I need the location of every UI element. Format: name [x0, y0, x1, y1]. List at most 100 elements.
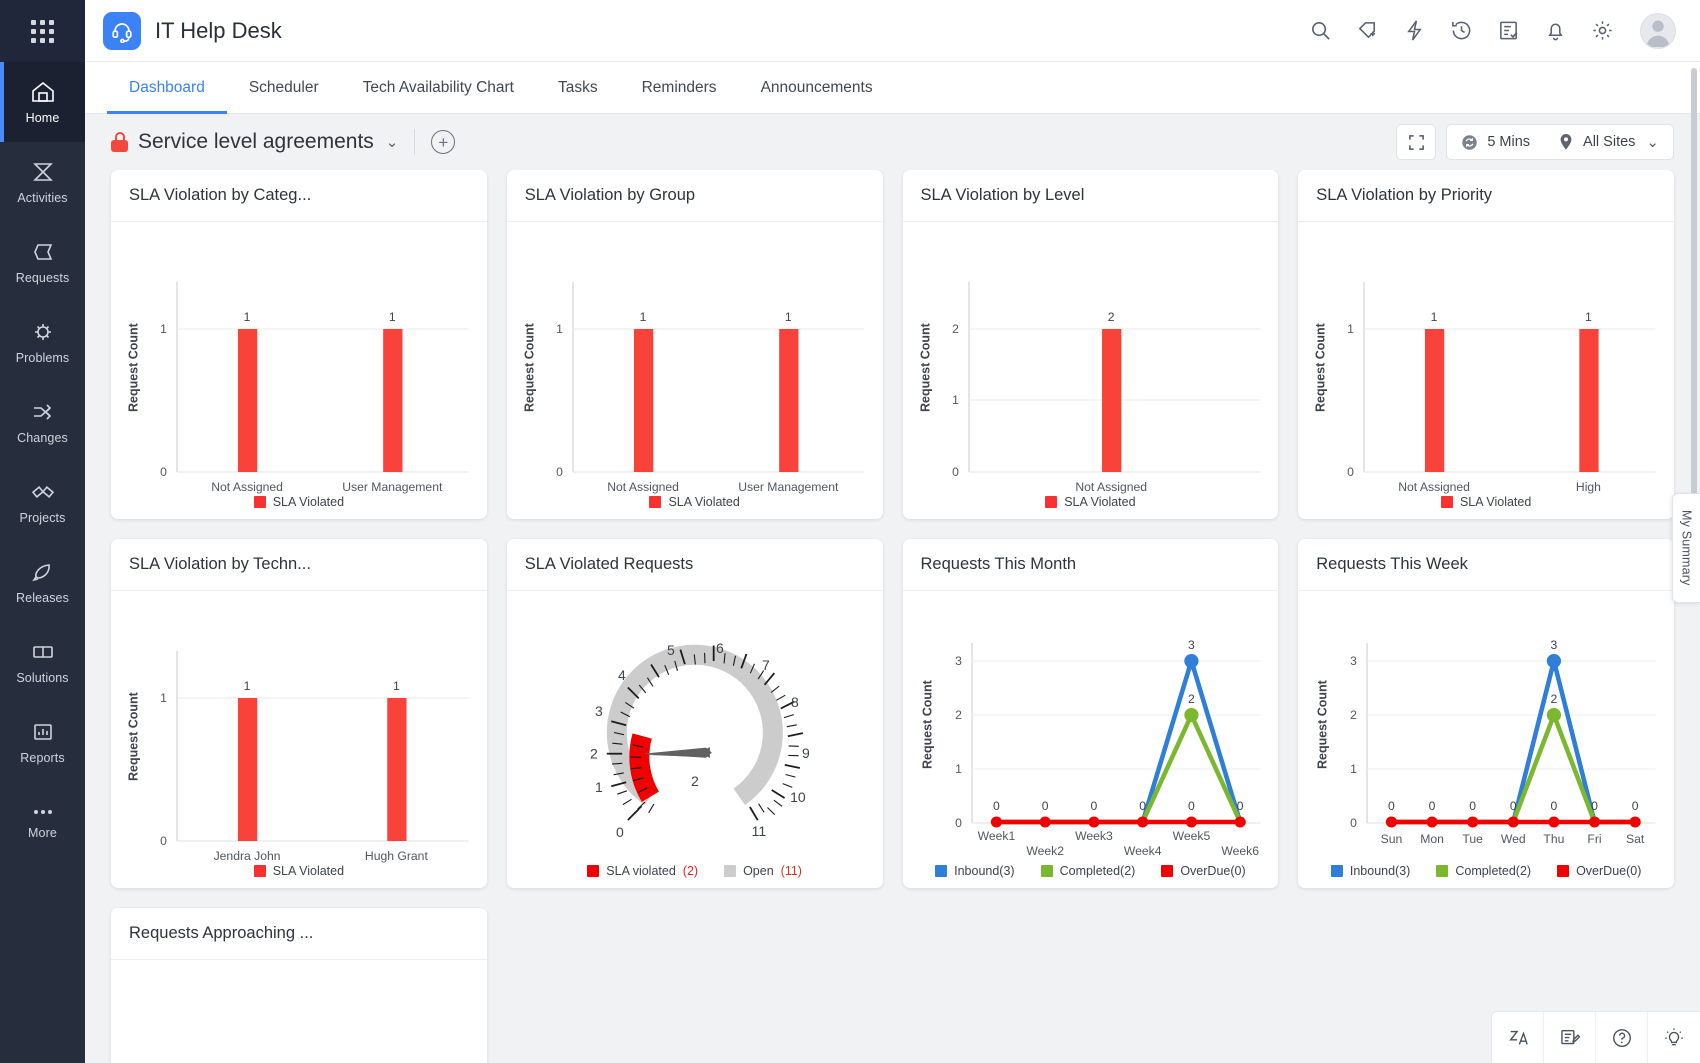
widget-title: Requests Approaching ...: [111, 908, 487, 960]
legend-item-sla-violated[interactable]: SLA violated (2): [587, 864, 698, 878]
legend-swatch: [1041, 865, 1053, 877]
sidebar-item-activities[interactable]: Activities: [0, 142, 85, 222]
sidebar-item-solutions[interactable]: Solutions: [0, 622, 85, 702]
legend-item[interactable]: SLA Violated: [254, 495, 344, 509]
y-axis-label: Request Count: [126, 691, 140, 781]
x-tick: Not Assigned: [1075, 480, 1147, 494]
widget-chart[interactable]: 0 1 2 3 4 5 6 7 8 9 10 11: [507, 591, 883, 888]
sidebar-item-reports[interactable]: Reports: [0, 702, 85, 782]
fullscreen-button[interactable]: [1396, 124, 1436, 160]
quick-actions-flash-icon[interactable]: [1401, 18, 1427, 44]
tab-dashboard[interactable]: Dashboard: [107, 62, 227, 113]
task-checklist-icon[interactable]: [1495, 18, 1521, 44]
tab-label: Scheduler: [249, 79, 319, 97]
apps-grid-button[interactable]: [0, 0, 85, 62]
legend-item-overdue[interactable]: OverDue(0): [1161, 864, 1245, 878]
refresh-label: 5 Mins: [1487, 134, 1530, 150]
tab-announcements[interactable]: Announcements: [739, 62, 895, 113]
gauge-tick-1: 1: [595, 779, 603, 795]
y-axis-label: Request Count: [1314, 322, 1328, 412]
y-tick: 1: [1350, 762, 1357, 776]
x-tick: Week2: [1026, 844, 1064, 858]
search-icon[interactable]: [1307, 18, 1333, 44]
widget-content[interactable]: [111, 960, 487, 1063]
tab-tech-availability-chart[interactable]: Tech Availability Chart: [341, 62, 536, 113]
tab-scheduler[interactable]: Scheduler: [227, 62, 341, 113]
legend-item-inbound[interactable]: Inbound(3): [1331, 864, 1410, 878]
avatar[interactable]: [1640, 13, 1676, 49]
legend-swatch: [1436, 865, 1448, 877]
legend-item-open[interactable]: Open (11): [724, 864, 802, 878]
legend-item-completed[interactable]: Completed(2): [1041, 864, 1136, 878]
tab-tasks[interactable]: Tasks: [536, 62, 620, 113]
refresh-interval-button[interactable]: 5 Mins: [1447, 134, 1544, 151]
x-tick: Week4: [1123, 844, 1161, 858]
bar-value: 1: [639, 310, 646, 324]
sidebar-item-releases[interactable]: Releases: [0, 542, 85, 622]
y-tick: 3: [1350, 654, 1357, 668]
legend-swatch: [935, 865, 947, 877]
widget-sla-violation-by-category: SLA Violation by Categ... Request Count …: [111, 170, 487, 519]
sidebar-item-home[interactable]: Home: [0, 62, 85, 142]
reports-icon: [30, 720, 56, 744]
point-label: 0: [1188, 799, 1195, 813]
sidebar-item-requests[interactable]: Requests: [0, 222, 85, 302]
legend-label: SLA Violated: [1064, 495, 1135, 509]
x-tick: User Management: [342, 480, 443, 494]
sidebar-item-more[interactable]: More: [0, 782, 85, 862]
my-summary-panel-handle[interactable]: My Summary: [1672, 493, 1700, 603]
legend-swatch: [649, 496, 661, 508]
legend-item-inbound[interactable]: Inbound(3): [935, 864, 1014, 878]
sidebar-item-projects[interactable]: Projects: [0, 462, 85, 542]
bar: [387, 698, 406, 841]
widget-chart[interactable]: Request Count 3 2 1 0: [903, 591, 1279, 888]
x-tick: Tue: [1463, 832, 1484, 846]
widget-chart[interactable]: Request Count 2 1 0 2 Not Assigned SLA V…: [903, 222, 1279, 519]
widget-title: SLA Violation by Techn...: [111, 539, 487, 591]
x-tick: Not Assigned: [607, 480, 679, 494]
legend-item[interactable]: SLA Violated: [1441, 495, 1531, 509]
x-tick: High: [1576, 480, 1601, 494]
widget-chart[interactable]: Request Count 1 0 1 1 Not Assigned User …: [507, 222, 883, 519]
help-question-icon[interactable]: [1596, 1012, 1648, 1063]
legend-item-completed[interactable]: Completed(2): [1436, 864, 1531, 878]
y-axis-label: Request Count: [1316, 679, 1330, 769]
tab-reminders[interactable]: Reminders: [620, 62, 739, 113]
brand[interactable]: IT Help Desk: [103, 12, 282, 50]
feedback-edit-icon[interactable]: [1544, 1012, 1596, 1063]
site-filter-button[interactable]: All Sites ⌄: [1544, 133, 1673, 151]
sidebar-item-changes[interactable]: Changes: [0, 382, 85, 462]
x-tick: Week5: [1172, 829, 1210, 843]
scrollbar-thumb[interactable]: [1691, 68, 1697, 498]
dashboard-selector[interactable]: Service level agreements ⌄: [111, 130, 398, 154]
sidebar-item-label: Solutions: [16, 671, 68, 685]
annotate-icon[interactable]: [1492, 1012, 1544, 1063]
bar-chart: Request Count 2 1 0 2 Not Assigned: [903, 222, 1279, 519]
y-tick: 0: [160, 834, 167, 848]
legend-item[interactable]: SLA Violated: [649, 495, 739, 509]
legend-item[interactable]: SLA Violated: [254, 864, 344, 878]
series-inbound-peak-point: [1547, 654, 1561, 668]
widget-chart[interactable]: Request Count 1 0 1 1 Not Assigned User …: [111, 222, 487, 519]
y-tick: 1: [556, 322, 563, 336]
series-inbound-peak-point: [1184, 654, 1198, 668]
legend-label: SLA Violated: [668, 495, 739, 509]
legend-item-overdue[interactable]: OverDue(0): [1557, 864, 1641, 878]
sidebar-item-problems[interactable]: Problems: [0, 302, 85, 382]
notifications-bell-icon[interactable]: [1542, 18, 1568, 44]
settings-gear-icon[interactable]: [1589, 18, 1615, 44]
widget-chart[interactable]: Request Count 1 0 1 1 Jendra John Hugh G…: [111, 591, 487, 888]
widget-chart[interactable]: Request Count 3 2 1 0: [1298, 591, 1674, 888]
bottom-toolbar: [1491, 1011, 1700, 1063]
widget-chart[interactable]: Request Count 1 0 1 1 Not Assigned High: [1298, 222, 1674, 519]
add-ticket-icon[interactable]: [1354, 18, 1380, 44]
chart-legend: SLA Violated: [507, 495, 883, 509]
bar-value: 1: [393, 679, 400, 693]
legend-item[interactable]: SLA Violated: [1045, 495, 1135, 509]
plus-circle-icon[interactable]: +: [431, 130, 455, 154]
legend-label: OverDue(0): [1180, 864, 1245, 878]
requests-icon: [30, 240, 56, 264]
legend-label: Open: [743, 864, 774, 878]
history-clock-icon[interactable]: [1448, 18, 1474, 44]
tips-bulb-icon[interactable]: [1648, 1012, 1700, 1063]
